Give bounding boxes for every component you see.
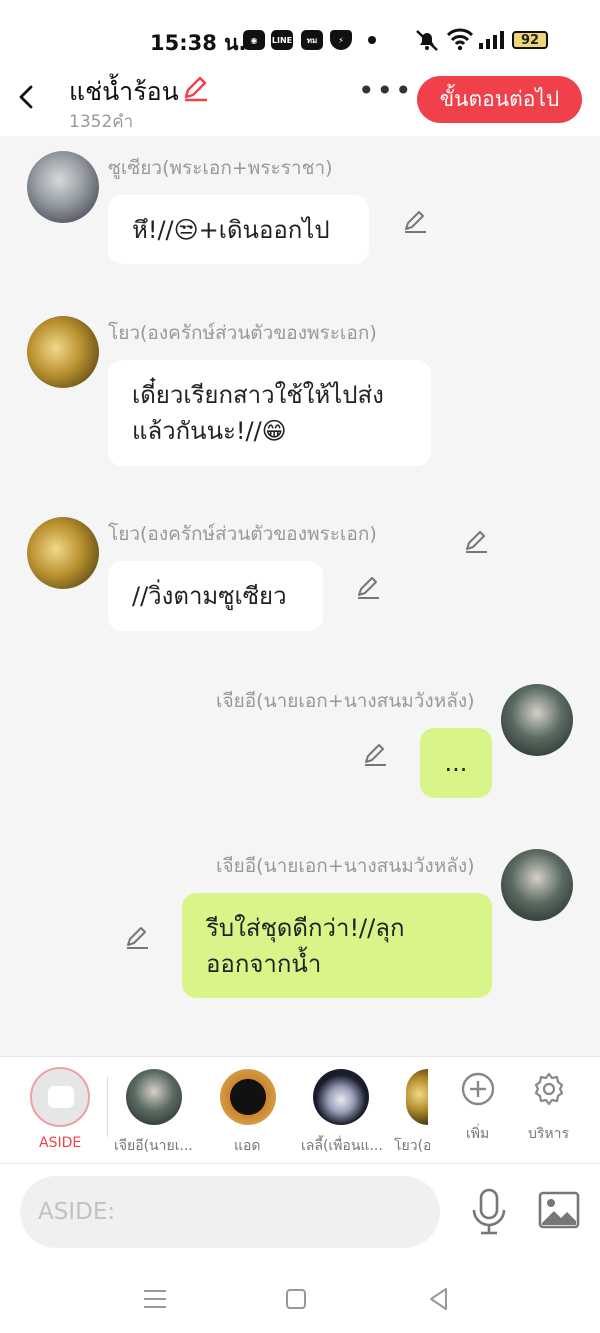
add-role-icon[interactable]: [460, 1071, 496, 1107]
menu-icon[interactable]: [140, 1284, 170, 1314]
role-selector: ASIDE เจียอี(นายเ... แอด เลลี้(เพื่อนแ..…: [0, 1056, 600, 1164]
app-icon: ทม: [301, 30, 323, 50]
role-avatar[interactable]: [313, 1069, 369, 1125]
avatar[interactable]: [27, 316, 99, 388]
gear-icon[interactable]: [531, 1071, 567, 1107]
aside-button[interactable]: [30, 1067, 90, 1127]
home-icon[interactable]: [281, 1284, 311, 1314]
wifi-icon: [447, 28, 473, 51]
battery-icon: 92: [512, 31, 548, 49]
role-label: เจียอี(นายเ...: [114, 1138, 193, 1154]
role-label: โยว(อ: [394, 1138, 430, 1154]
edit-message-icon[interactable]: [362, 741, 388, 767]
role-label: เลลี้(เพื่อนแ...: [301, 1138, 383, 1154]
avatar[interactable]: [501, 849, 573, 921]
signal-icon: [479, 31, 504, 49]
add-role-label: เพิ่ม: [466, 1126, 490, 1142]
aside-label: ASIDE: [39, 1135, 82, 1151]
message-text: หึ!//😒+เดินออกไป: [132, 215, 330, 244]
message-bubble[interactable]: ...: [420, 728, 492, 798]
speaker-name: ซูเซียว(พระเอก+พระราชา): [108, 157, 333, 179]
word-count: 1352คำ: [69, 112, 134, 132]
divider: [107, 1077, 108, 1137]
role-avatar[interactable]: [220, 1069, 276, 1125]
mute-bell-icon: [416, 30, 438, 51]
speaker-name: โยว(องครักษ์ส่วนตัวของพระเอก): [108, 322, 377, 344]
image-icon[interactable]: [538, 1190, 580, 1230]
microphone-icon[interactable]: [468, 1188, 510, 1236]
line-icon: LINE: [271, 30, 293, 50]
speaker-name: เจียอี(นายเอก+นางสนมวังหลัง): [216, 855, 475, 877]
back-nav-icon[interactable]: [424, 1284, 454, 1314]
role-avatar[interactable]: [406, 1069, 428, 1125]
avatar[interactable]: [501, 684, 573, 756]
chat-bubble-icon: [48, 1086, 74, 1108]
message-bubble[interactable]: รีบใส่ชุดดีกว่า!//ลุก ออกจากน้ำ: [182, 893, 492, 998]
edit-message-icon[interactable]: [402, 208, 428, 234]
message-text: เดี๋ยวเรียกสาวใช้ให้ไปส่ง: [132, 381, 384, 409]
composer: [0, 1164, 600, 1260]
message-bubble[interactable]: เดี๋ยวเรียกสาวใช้ให้ไปส่ง แล้วกันนะ!//😁: [108, 360, 431, 466]
more-options-icon[interactable]: •••: [358, 77, 414, 105]
speaker-name: โยว(องครักษ์ส่วนตัวของพระเอก): [108, 523, 377, 545]
edit-message-icon[interactable]: [463, 528, 489, 554]
message-text: ออกจากน้ำ: [206, 949, 322, 978]
message-text: รีบใส่ชุดดีกว่า!//ลุก: [206, 913, 405, 942]
speaker-name: เจียอี(นายเอก+นางสนมวังหลัง): [216, 690, 475, 712]
manage-label: บริหาร: [528, 1126, 570, 1142]
page-title: แช่น้ำร้อน: [69, 77, 179, 106]
message-bubble[interactable]: หึ!//😒+เดินออกไป: [108, 195, 369, 264]
edit-message-icon[interactable]: [124, 924, 150, 950]
camera-icon: ◉: [243, 30, 265, 50]
shield-icon: ⚡: [330, 30, 352, 50]
bottom-panel: ASIDE เจียอี(นายเ... แอด เลลี้(เพื่อนแ..…: [0, 1056, 600, 1333]
edit-title-icon[interactable]: [181, 74, 209, 102]
status-bar: 15:38 น. ◉ LINE ทม ⚡ 92: [0, 0, 600, 76]
avatar[interactable]: [27, 517, 99, 589]
next-step-button[interactable]: ขั้นตอนต่อไป: [417, 76, 582, 123]
back-icon[interactable]: [14, 84, 40, 110]
avatar[interactable]: [27, 151, 99, 223]
message-bubble[interactable]: //วิ่งตามซูเซียว: [108, 561, 323, 631]
edit-message-icon[interactable]: [355, 574, 381, 600]
notification-dot: [368, 36, 376, 44]
system-nav-bar: [0, 1260, 600, 1333]
status-time: 15:38 น.: [150, 31, 247, 55]
chat-header: แช่น้ำร้อน 1352คำ ••• ขั้นตอนต่อไป: [0, 76, 600, 136]
message-text: แล้วกันนะ!//😁: [132, 417, 287, 445]
message-text: //วิ่งตามซูเซียว: [132, 582, 287, 610]
chat-area[interactable]: ซูเซียว(พระเอก+พระราชา) หึ!//😒+เดินออกไป…: [0, 136, 600, 1056]
role-avatar[interactable]: [126, 1069, 182, 1125]
role-label: แอด: [234, 1138, 261, 1154]
message-input[interactable]: [20, 1176, 440, 1248]
message-text: ...: [444, 749, 468, 777]
